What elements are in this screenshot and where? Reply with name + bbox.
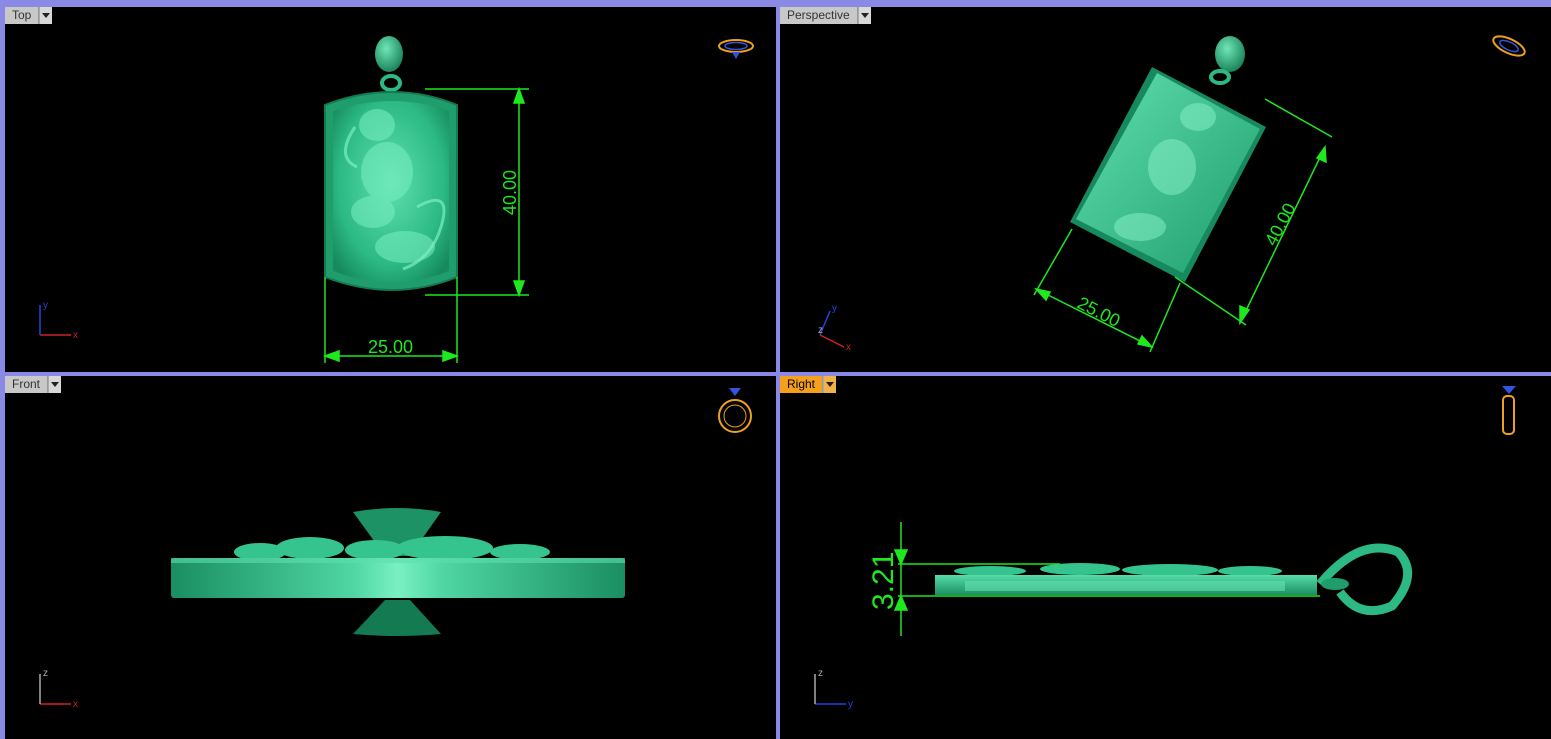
viewport-tab-label[interactable]: Front xyxy=(5,376,49,393)
chevron-down-icon[interactable] xyxy=(39,7,53,24)
perspective-width-dimension: 25.00 xyxy=(1074,293,1123,331)
pendant-bail xyxy=(375,36,403,92)
viewport-tab-label[interactable]: Right xyxy=(780,376,824,393)
top-width-dimension: 25.00 xyxy=(368,337,413,357)
viewport-tab-top[interactable]: Top xyxy=(5,7,53,24)
viewport-right[interactable]: 3.21 y z Right xyxy=(780,376,1551,739)
pendant-plate xyxy=(935,575,1317,595)
axis-y-label: y xyxy=(832,303,837,314)
axis-indicator: x z xyxy=(39,668,78,710)
axis-z-label: z xyxy=(818,325,823,336)
viewport-tab-label[interactable]: Perspective xyxy=(780,7,858,24)
ring-top-view-icon[interactable] xyxy=(718,39,754,59)
pendant-bail xyxy=(1316,543,1413,616)
pendant-plate xyxy=(1070,67,1266,282)
perspective-height-dimension: 40.00 xyxy=(1261,200,1300,249)
viewport-tab-label[interactable]: Top xyxy=(5,7,40,24)
viewport-tab-perspective[interactable]: Perspective xyxy=(780,7,871,24)
front-view-scene: x z xyxy=(39,388,752,710)
axis-indicator: y z xyxy=(814,668,853,710)
axis-indicator: x y xyxy=(39,300,78,341)
axis-indicator: x y z xyxy=(818,303,851,353)
viewport-perspective[interactable]: 40.00 25.00 x y z Perspective xyxy=(780,7,1551,372)
pendant-plate xyxy=(324,91,458,291)
viewport-tab-right[interactable]: Right xyxy=(780,376,837,393)
axis-x-label: x xyxy=(73,699,78,710)
ring-side-view-icon[interactable] xyxy=(1502,386,1516,435)
chevron-down-icon[interactable] xyxy=(857,7,871,24)
viewport-front[interactable]: x z Front xyxy=(5,376,776,739)
chevron-down-icon[interactable] xyxy=(823,376,837,393)
pendant-plate xyxy=(171,558,625,598)
axis-y-label: y xyxy=(848,699,853,710)
viewport-tab-front[interactable]: Front xyxy=(5,376,62,393)
ring-perspective-view-icon[interactable] xyxy=(1491,32,1528,59)
right-thickness-dimension: 3.21 xyxy=(867,552,900,610)
top-height-dimension: 40.00 xyxy=(500,170,520,215)
axis-y-label: y xyxy=(43,300,48,311)
axis-z-label: z xyxy=(43,668,48,679)
axis-x-label: x xyxy=(846,342,851,353)
axis-z-label: z xyxy=(818,668,823,679)
right-view-scene: 3.21 y z xyxy=(814,386,1516,710)
relief-surface xyxy=(954,563,1282,576)
chevron-down-icon[interactable] xyxy=(48,376,62,393)
perspective-view-scene: 40.00 25.00 x y z xyxy=(818,32,1528,353)
top-view-scene: 40.00 25.00 x y xyxy=(39,36,754,363)
viewport-top[interactable]: 40.00 25.00 x y Top xyxy=(5,7,776,372)
ring-front-view-icon[interactable] xyxy=(718,388,752,433)
pendant-bail xyxy=(1209,36,1245,85)
axis-x-label: x xyxy=(73,330,78,341)
